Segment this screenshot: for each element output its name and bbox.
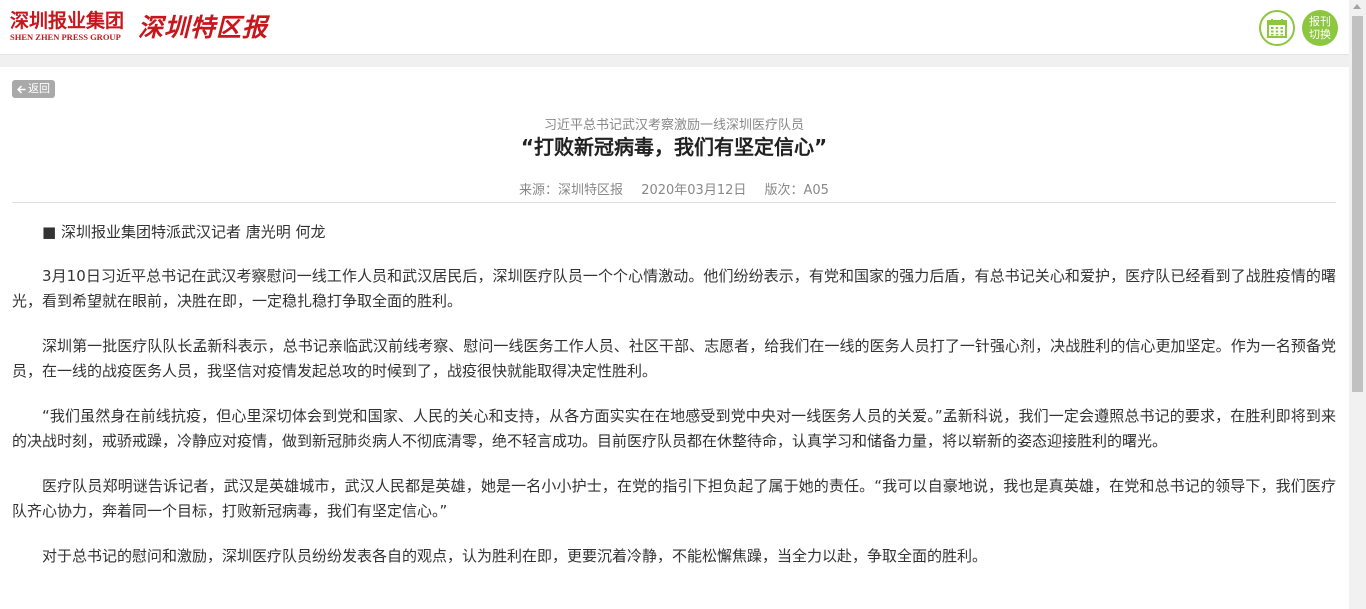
article-paragraph: 深圳第一批医疗队队长孟新科表示，总书记亲临武汉前线考察、慰问一线医务工作人员、社… (12, 337, 1336, 380)
arrow-left-icon (17, 84, 26, 94)
group-name-en: SHEN ZHEN PRESS GROUP (10, 32, 121, 42)
article-paragraph: 医疗队员郑明谜告诉记者，武汉是英雄城市，武汉人民都是英雄，她是一名小小护士，在党… (12, 477, 1336, 520)
group-name-cn: 深圳报业集团 (10, 10, 125, 32)
header-gap (0, 55, 1349, 67)
calendar-icon (1267, 19, 1287, 38)
top-bar: 深圳报业集团 SHEN ZHEN PRESS GROUP 深圳特区报 报刊 切换 (0, 0, 1366, 55)
back-button[interactable]: 返回 (12, 80, 55, 98)
switch-label-line1: 报刊 (1309, 15, 1331, 28)
article-paragraph: 3月10日习近平总书记在武汉考察慰问一线工作人员和武汉居民后，深圳医疗队员一个个… (12, 267, 1336, 310)
scroll-up-arrow-icon[interactable] (1353, 4, 1361, 9)
press-group-logo[interactable]: 深圳报业集团 SHEN ZHEN PRESS GROUP (10, 6, 132, 46)
paper-switch-button[interactable]: 报刊 切换 (1302, 10, 1338, 46)
article-paragraph: “我们虽然身在前线抗疫，但心里深切体会到党和国家、人民的关心和支持，从各方面实实… (12, 407, 1336, 450)
scrollbar-thumb[interactable] (1352, 16, 1363, 392)
switch-label-line2: 切换 (1309, 28, 1331, 41)
paper-logo[interactable]: 深圳特区报 (138, 8, 268, 44)
calendar-button[interactable] (1259, 10, 1295, 46)
article-date: 2020年03月12日 (641, 183, 747, 198)
article-source: 来源：深圳特区报 (519, 183, 624, 198)
vertical-scrollbar[interactable] (1349, 0, 1366, 609)
article-paragraph: 对于总书记的慰问和激励，深圳医疗队员纷纷发表各自的观点，认为胜利在即，更要沉着冷… (42, 547, 988, 565)
article-byline: ■ 深圳报业集团特派武汉记者 唐光明 何龙 (42, 223, 326, 241)
article-title: “打败新冠病毒，我们有坚定信心” (520, 135, 828, 159)
divider (12, 202, 1336, 203)
back-label: 返回 (28, 82, 50, 95)
article-body: ■ 深圳报业集团特派武汉记者 唐光明 何龙 3月10日习近平总书记在武汉考察慰问… (12, 220, 1336, 589)
article-meta: 来源：深圳特区报 2020年03月12日 版次：A05 (12, 179, 1336, 198)
article-edition: 版次：A05 (764, 183, 829, 198)
